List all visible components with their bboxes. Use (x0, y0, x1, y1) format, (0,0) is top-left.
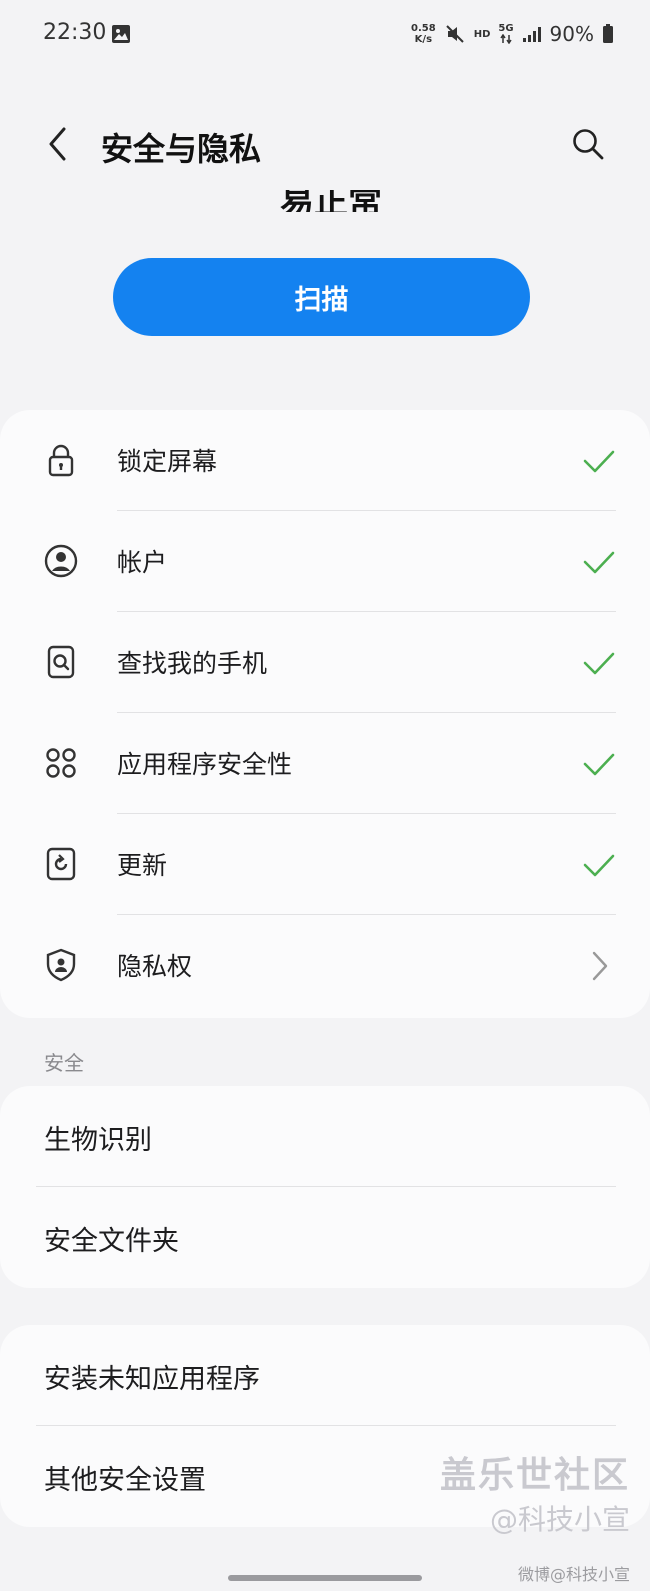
back-arrow-icon (49, 127, 66, 161)
section-title-security: 安全 (44, 1051, 84, 1075)
watermark-sub: @科技小宣 (489, 1503, 630, 1536)
security-status-card: 锁定屏幕 帐户 查找我的手机 应用程序安全性 更新 隐私权 (0, 410, 650, 1018)
header: 安全与隐私 (0, 100, 650, 190)
check-icon (583, 450, 615, 473)
battery-icon (603, 24, 613, 43)
watermark-small: 微博@科技小宣 (517, 1565, 630, 1584)
scan-button[interactable]: 扫描 (113, 258, 530, 336)
status-item-lock-screen[interactable]: 锁定屏幕 (0, 410, 650, 511)
status-right-group: 0.58 K/s HD 5G 90% (411, 18, 614, 50)
status-item-label: 锁定屏幕 (117, 447, 218, 476)
net-speed: 0.58 K/s (411, 23, 436, 45)
back-button[interactable] (36, 122, 80, 166)
net-speed-value: 0.58 (411, 23, 436, 34)
menu-item-label: 安装未知应用程序 (44, 1364, 260, 1395)
status-item-update[interactable]: 更新 (0, 814, 650, 915)
check-icon (583, 551, 615, 574)
chevron-right-icon (592, 951, 608, 981)
menu-item-label: 其他安全设置 (44, 1465, 206, 1496)
status-item-label: 隐私权 (117, 952, 193, 981)
status-time: 22:30 (43, 20, 107, 45)
scrolled-status-text: 易正常 (280, 190, 440, 212)
privacy-shield-icon (46, 948, 76, 982)
status-item-app-security[interactable]: 应用程序安全性 (0, 713, 650, 814)
status-item-label: 帐户 (117, 548, 168, 577)
menu-item-label: 生物识别 (44, 1125, 152, 1156)
mute-icon (445, 25, 464, 43)
status-item-label: 应用程序安全性 (117, 750, 293, 779)
battery-level: 90% (549, 22, 594, 46)
watermark-main: 盖乐世社区 (439, 1455, 630, 1496)
net-speed-unit: K/s (414, 34, 433, 45)
scrolled-status-label: 易正常 (280, 190, 382, 212)
status-item-label: 查找我的手机 (117, 649, 268, 678)
page-title: 安全与隐私 (101, 130, 262, 168)
check-icon (583, 652, 615, 675)
apps-icon (46, 748, 76, 778)
check-icon (583, 753, 615, 776)
search-button[interactable] (566, 122, 610, 166)
gallery-icon (112, 25, 130, 43)
signal-icon (522, 27, 541, 42)
home-indicator[interactable] (228, 1575, 422, 1581)
find-phone-icon (47, 645, 75, 679)
check-icon (583, 854, 615, 877)
hd-indicator: HD (473, 28, 491, 40)
lock-icon (48, 444, 74, 477)
network-indicator: 5G (498, 23, 514, 44)
menu-item-label: 安全文件夹 (44, 1226, 179, 1257)
menu-item-secure-folder[interactable]: 安全文件夹 (0, 1187, 650, 1288)
menu-item-install-unknown-apps[interactable]: 安装未知应用程序 (0, 1325, 650, 1426)
network-type: 5G (498, 23, 514, 34)
status-item-account[interactable]: 帐户 (0, 511, 650, 612)
account-icon (44, 544, 78, 578)
security-card: 生物识别 安全文件夹 (0, 1086, 650, 1288)
search-icon (573, 129, 604, 160)
menu-item-biometrics[interactable]: 生物识别 (0, 1086, 650, 1187)
status-item-privacy[interactable]: 隐私权 (0, 915, 650, 1016)
status-item-find-my-phone[interactable]: 查找我的手机 (0, 612, 650, 713)
status-bar: 22:30 0.58 K/s HD 5G 90% (0, 0, 650, 70)
update-icon (46, 847, 76, 881)
data-arrows-icon (500, 34, 512, 44)
status-item-label: 更新 (117, 851, 168, 880)
